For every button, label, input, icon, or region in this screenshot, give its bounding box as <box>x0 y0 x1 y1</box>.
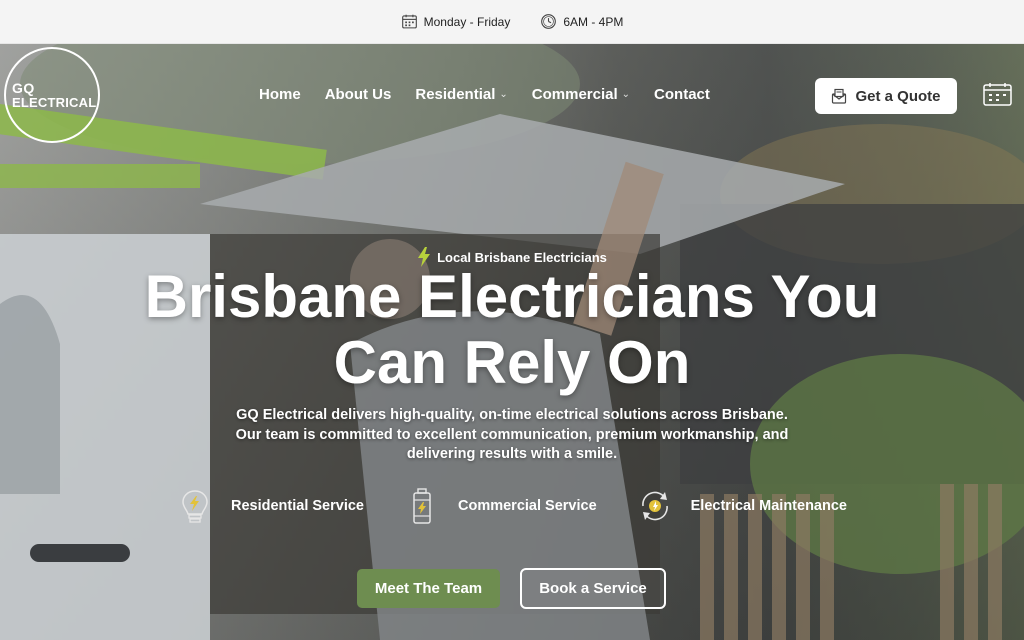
book-a-service-label: Book a Service <box>539 580 647 597</box>
service-list: Residential Service Commercial Service E… <box>0 487 1024 525</box>
headline-line-2: Can Rely On <box>333 329 691 396</box>
main-nav: Home About Us Residential ⌄ Commercial ⌄ C… <box>259 86 710 103</box>
headline-line-1: Brisbane Electricians You <box>144 263 880 330</box>
service-residential: Residential Service <box>177 487 364 525</box>
nav-about-label: About Us <box>324 86 392 103</box>
logo-text-bottom: ELECTRICAL <box>12 94 97 110</box>
site-logo[interactable]: GQ ELECTRICAL <box>4 47 100 143</box>
service-commercial-label: Commercial Service <box>458 498 597 514</box>
logo-text-top: GQ <box>12 79 35 96</box>
meet-the-team-button[interactable]: Meet The Team <box>357 569 500 608</box>
nav-residential-label: Residential <box>415 86 496 103</box>
nav-commercial[interactable]: Commercial ⌄ <box>532 86 630 103</box>
hero-subtext: GQ Electrical delivers high-quality, on-… <box>235 407 789 462</box>
hero-headline: Brisbane Electricians You Can Rely On <box>0 264 1024 396</box>
service-maintenance-label: Electrical Maintenance <box>690 498 847 514</box>
calendar-icon <box>401 14 417 29</box>
get-a-quote-label: Get a Quote <box>855 87 941 105</box>
hero-section: GQ ELECTRICAL Home About Us Residential ⌄… <box>0 44 1024 640</box>
days-text: Monday - Friday <box>423 14 511 29</box>
quote-envelope-icon <box>832 88 847 104</box>
get-a-quote-button[interactable]: Get a Quote <box>815 78 957 114</box>
chevron-down-icon: ⌄ <box>621 89 631 100</box>
book-a-service-button[interactable]: Book a Service <box>520 568 666 609</box>
meet-the-team-label: Meet The Team <box>374 580 483 597</box>
nav-residential[interactable]: Residential ⌄ <box>415 86 507 103</box>
booking-calendar-icon[interactable] <box>983 82 1012 106</box>
hours-days: Monday - Friday <box>401 13 511 30</box>
nav-contact[interactable]: Contact <box>654 86 710 103</box>
nav-commercial-label: Commercial <box>531 86 618 103</box>
nav-home-label: Home <box>259 86 301 103</box>
lightbulb-icon <box>182 490 208 523</box>
chevron-down-icon: ⌄ <box>499 89 508 100</box>
hours-time: 6AM - 4PM <box>540 13 623 30</box>
service-commercial: Commercial Service <box>404 487 597 525</box>
nav-about-us[interactable]: About Us <box>325 86 392 103</box>
top-info-bar: Monday - Friday 6AM - 4PM <box>0 0 1024 44</box>
service-maintenance: Electrical Maintenance <box>637 487 847 525</box>
maintenance-cycle-icon <box>641 491 668 521</box>
battery-icon <box>413 488 431 524</box>
clock-icon <box>541 14 557 29</box>
nav-contact-label: Contact <box>654 86 710 103</box>
time-text: 6AM - 4PM <box>563 14 624 29</box>
nav-home[interactable]: Home <box>259 86 301 103</box>
service-residential-label: Residential Service <box>231 498 364 514</box>
